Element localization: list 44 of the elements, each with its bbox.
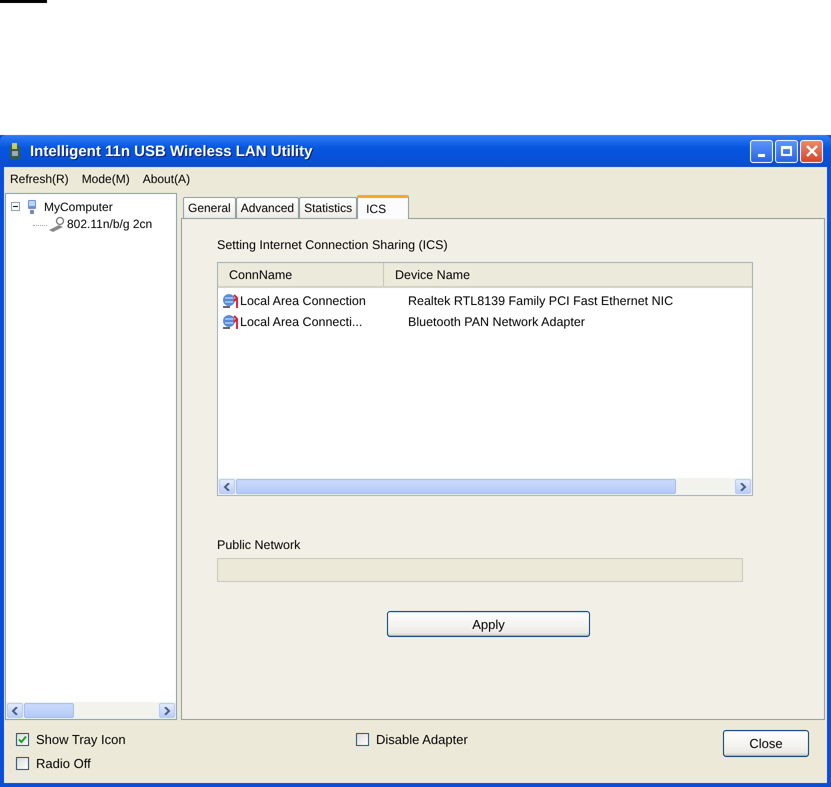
table-cell: Realtek RTL8139 Family PCI Fast Ethernet NIC xyxy=(408,294,674,308)
maximize-button[interactable] xyxy=(775,140,798,162)
checkbox-label: Show Tray Icon xyxy=(36,732,126,746)
checkbox[interactable] xyxy=(16,732,29,746)
menu-item[interactable]: Refresh(R) xyxy=(10,172,69,186)
tab[interactable]: General xyxy=(183,197,236,218)
menu-item[interactable]: About(A) xyxy=(142,172,190,186)
close-button[interactable] xyxy=(800,140,823,162)
column-header[interactable]: Device Name xyxy=(384,263,470,286)
section-heading: Setting Internet Connection Sharing (ICS) xyxy=(217,238,448,252)
column-header[interactable]: ConnName xyxy=(218,263,384,286)
checkbox-label: Disable Adapter xyxy=(376,732,468,746)
close-dialog-button[interactable]: Close xyxy=(723,730,809,757)
tab[interactable]: ICS xyxy=(357,195,410,219)
window-title: Intelligent 11n USB Wireless LAN Utility xyxy=(30,142,312,160)
table-cell: Bluetooth PAN Network Adapter xyxy=(408,314,585,328)
minimize-button[interactable] xyxy=(750,140,773,162)
app-icon xyxy=(8,142,22,160)
public-network-field[interactable] xyxy=(217,558,743,582)
checkbox[interactable] xyxy=(356,732,369,746)
tab[interactable]: Statistics xyxy=(299,197,358,218)
tab[interactable]: Advanced xyxy=(236,197,300,218)
tree-item[interactable]: 802.11n/b/g 2cn xyxy=(67,216,152,230)
menu-item[interactable]: Mode(M) xyxy=(82,172,130,186)
table-cell-text: Local Area Connection xyxy=(240,294,367,308)
tree-item[interactable]: MyComputer xyxy=(44,200,113,214)
apply-button[interactable]: Apply xyxy=(387,611,590,637)
network-connection-icon xyxy=(222,292,240,310)
adapter-icon xyxy=(47,216,67,232)
scroll-left-button[interactable] xyxy=(219,479,235,494)
table-cell-text: Local Area Connecti... xyxy=(240,314,364,328)
network-connection-icon xyxy=(222,312,240,330)
close-icon xyxy=(804,144,818,158)
checkbox[interactable] xyxy=(16,756,29,770)
scroll-right-button[interactable] xyxy=(159,703,175,718)
scrollbar-thumb[interactable] xyxy=(236,479,676,494)
scroll-right-button[interactable] xyxy=(735,479,751,494)
scroll-left-button[interactable] xyxy=(7,703,23,718)
collapse-icon[interactable] xyxy=(11,202,20,211)
scrollbar-thumb[interactable] xyxy=(24,703,74,718)
checkbox-label: Radio Off xyxy=(36,756,91,770)
horizontal-scrollbar[interactable] xyxy=(6,702,176,719)
horizontal-scrollbar[interactable] xyxy=(218,478,752,495)
field-label: Public Network xyxy=(217,538,300,552)
